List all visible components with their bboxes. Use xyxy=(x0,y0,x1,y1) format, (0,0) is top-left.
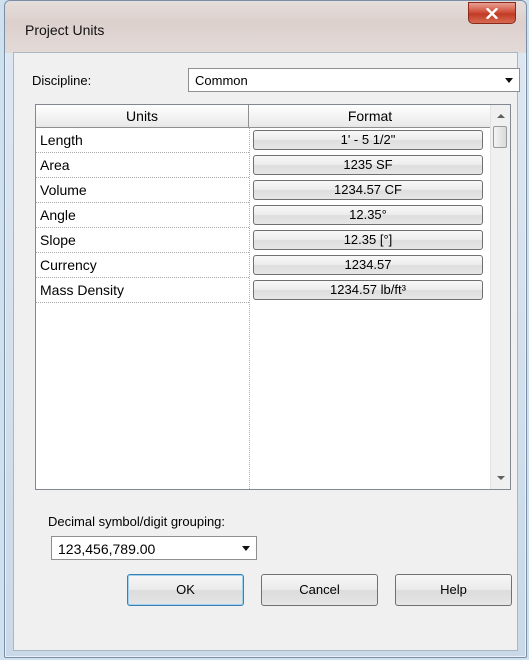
decimal-grouping-value: 123,456,789.00 xyxy=(58,541,156,557)
unit-name: Angle xyxy=(36,203,249,228)
table-row: Mass Density 1234.57 lb/ft³ xyxy=(36,278,492,303)
ok-button[interactable]: OK xyxy=(127,574,244,606)
format-column-header[interactable]: Format xyxy=(249,105,492,128)
chevron-down-icon xyxy=(505,78,513,83)
project-units-dialog: Project Units Discipline: Common Units F… xyxy=(4,0,527,658)
decimal-grouping-label: Decimal symbol/digit grouping: xyxy=(48,514,226,529)
table-row: Slope 12.35 [°] xyxy=(36,228,492,253)
discipline-value: Common xyxy=(195,73,248,88)
scroll-up-icon[interactable] xyxy=(497,114,505,118)
unit-name: Mass Density xyxy=(36,278,249,303)
format-button-currency[interactable]: 1234.57 xyxy=(253,255,483,275)
scroll-thumb[interactable] xyxy=(493,126,507,148)
format-button-angle[interactable]: 12.35° xyxy=(253,205,483,225)
unit-name: Area xyxy=(36,153,249,178)
table-row: Length 1' - 5 1/2" xyxy=(36,128,492,153)
help-button[interactable]: Help xyxy=(395,574,512,606)
units-grid[interactable]: Units Format Length 1' - 5 1/2" Area 123… xyxy=(35,104,511,490)
vertical-scrollbar[interactable] xyxy=(490,105,510,489)
table-row: Angle 12.35° xyxy=(36,203,492,228)
format-button-slope[interactable]: 12.35 [°] xyxy=(253,230,483,250)
title-bar[interactable]: Project Units xyxy=(5,1,526,53)
decimal-grouping-select[interactable]: 123,456,789.00 xyxy=(51,536,257,560)
format-button-mass-density[interactable]: 1234.57 lb/ft³ xyxy=(253,280,483,300)
format-button-length[interactable]: 1' - 5 1/2" xyxy=(253,130,483,150)
scroll-down-icon[interactable] xyxy=(497,476,505,480)
format-button-volume[interactable]: 1234.57 CF xyxy=(253,180,483,200)
table-row: Area 1235 SF xyxy=(36,153,492,178)
close-button[interactable] xyxy=(468,2,516,24)
cancel-button[interactable]: Cancel xyxy=(261,574,378,606)
table-row: Currency 1234.57 xyxy=(36,253,492,278)
close-icon xyxy=(486,7,498,19)
unit-name: Slope xyxy=(36,228,249,253)
discipline-label: Discipline: xyxy=(32,73,92,88)
format-button-area[interactable]: 1235 SF xyxy=(253,155,483,175)
unit-name: Currency xyxy=(36,253,249,278)
chevron-down-icon xyxy=(242,546,250,551)
unit-name: Volume xyxy=(36,178,249,203)
units-column-header[interactable]: Units xyxy=(36,105,249,128)
unit-name: Length xyxy=(36,128,249,153)
table-row: Volume 1234.57 CF xyxy=(36,178,492,203)
discipline-select[interactable]: Common xyxy=(188,68,520,92)
dialog-title: Project Units xyxy=(25,22,105,38)
